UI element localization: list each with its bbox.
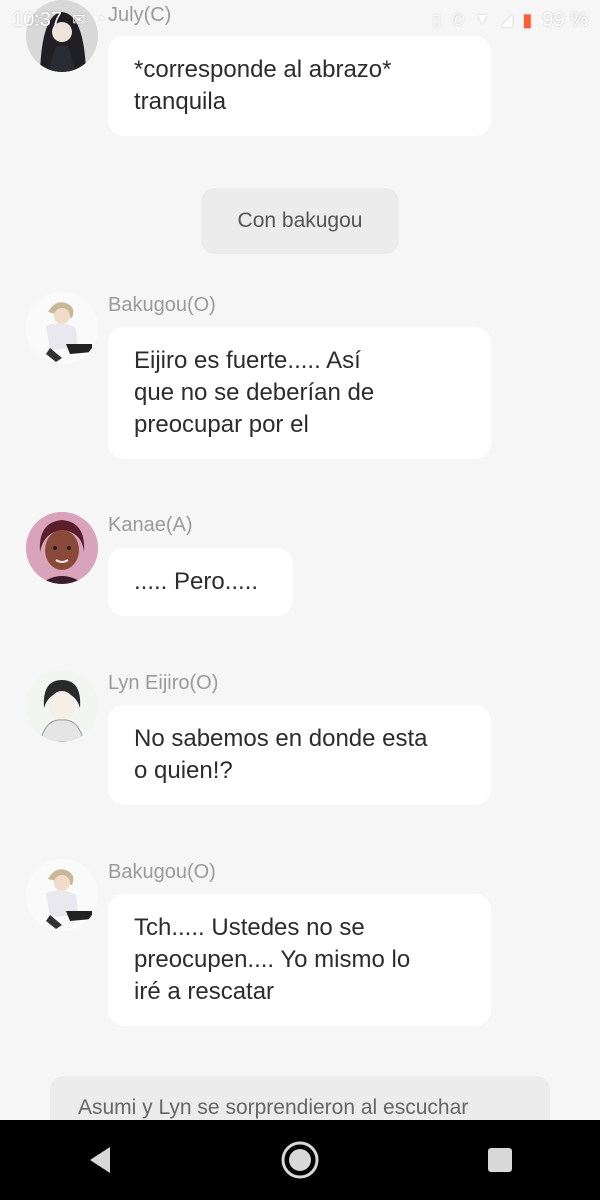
wifi-icon: ▼ — [474, 11, 491, 28]
message-bubble[interactable]: Tch..... Ustedes no se preocupen.... Yo … — [108, 894, 491, 1026]
home-icon[interactable] — [270, 1130, 330, 1190]
notification-icon: ✉ — [72, 12, 86, 29]
recents-icon[interactable] — [470, 1130, 530, 1190]
system-message: Con bakugou — [201, 188, 399, 254]
message-bubble[interactable]: *corresponde al abrazo* tranquila — [108, 36, 491, 136]
sender-name: Bakugou(O) — [108, 294, 216, 316]
avatar[interactable] — [26, 512, 98, 584]
message-bubble[interactable]: No sabemos en donde esta o quien!? — [108, 705, 491, 805]
message-bubble[interactable]: ..... Pero..... — [108, 548, 293, 616]
avatar[interactable] — [26, 859, 98, 931]
avatar[interactable] — [26, 292, 98, 364]
back-icon[interactable] — [70, 1130, 130, 1190]
chat-area[interactable]: July(C) *corresponde al abrazo* tranquil… — [0, 0, 600, 1120]
battery-level: 99 % — [542, 8, 588, 31]
battery-icon: ▮ — [522, 9, 533, 30]
vibrate-icon: ▯ — [432, 12, 441, 29]
sender-name: Lyn Eijiro(O) — [108, 672, 219, 694]
signal-icon: ◢ — [500, 12, 513, 29]
message-bubble[interactable]: Eijiro es fuerte..... Así que no se debe… — [108, 327, 491, 459]
clock: 10:37 — [12, 8, 63, 31]
narration-message: Asumi y Lyn se sorprendieron al escuchar — [50, 1076, 550, 1120]
avatar[interactable] — [26, 670, 98, 742]
sync-icon: ◔ — [95, 11, 106, 28]
sender-name: Kanae(A) — [108, 514, 193, 536]
status-bar: 10:37 ✉ ◔ ▯ ✆ ▼ ◢ ▮ 99 % — [0, 0, 600, 40]
sender-name: Bakugou(O) — [108, 861, 216, 883]
call-icon: ✆ — [450, 12, 465, 29]
navigation-bar — [0, 1120, 600, 1200]
